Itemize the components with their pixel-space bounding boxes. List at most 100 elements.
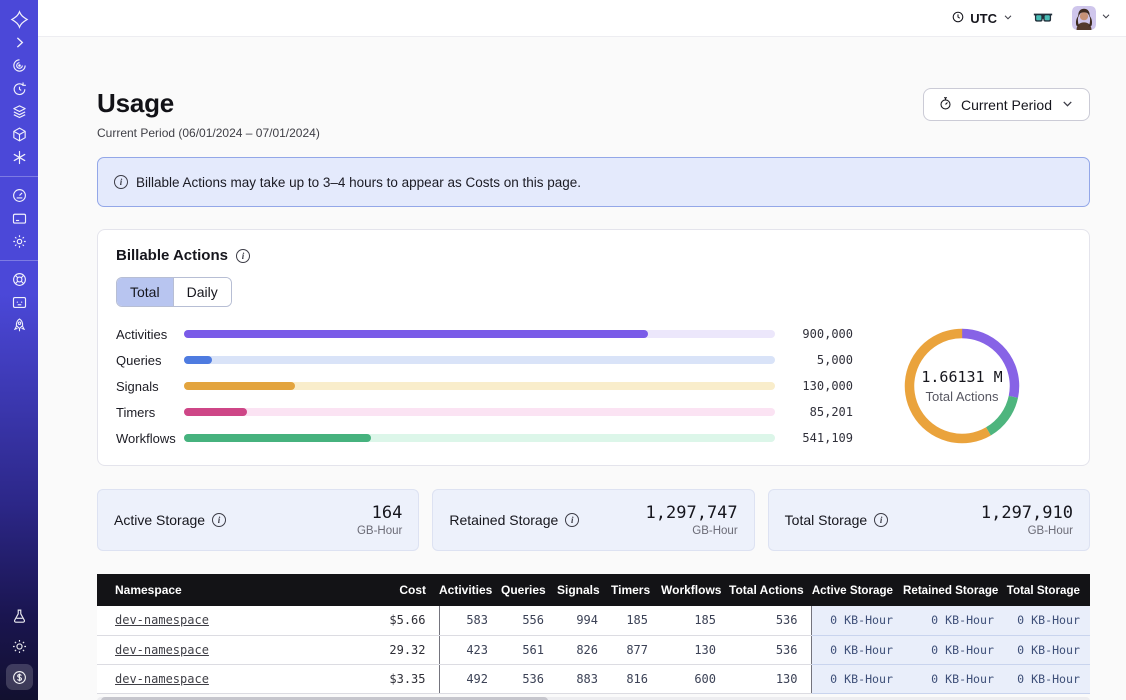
table-row: dev-namespace29.324235618268771305360 KB… xyxy=(97,635,1090,664)
timezone-selector[interactable]: UTC xyxy=(951,10,1014,27)
bar-track xyxy=(184,408,775,416)
storage-summary-row: Active Storagei164GB-HourRetained Storag… xyxy=(97,489,1090,551)
col-header-total_storage: Total Storage xyxy=(1004,574,1090,606)
bar-label: Signals xyxy=(116,379,184,394)
spiral-icon[interactable] xyxy=(0,54,38,77)
cell-total_actions: 536 xyxy=(729,635,811,664)
storage-card-value: 1,297,910 xyxy=(981,503,1073,523)
cell-queries: 556 xyxy=(501,606,557,635)
cell-signals: 883 xyxy=(557,664,611,693)
total-storage-card: Total Storagei1,297,910GB-Hour xyxy=(768,489,1090,551)
tab-total[interactable]: Total xyxy=(117,278,173,306)
storage-card-value: 164 xyxy=(357,503,402,523)
cell-namespace: dev-namespace xyxy=(97,664,347,693)
clock-icon xyxy=(951,10,965,27)
period-dropdown-button[interactable]: Current Period xyxy=(923,88,1090,121)
bar-fill xyxy=(184,330,648,338)
bar-label: Timers xyxy=(116,405,184,420)
cell-signals: 994 xyxy=(557,606,611,635)
billing-card-icon[interactable] xyxy=(0,207,38,230)
usage-table: NamespaceCostActivitiesQueriesSignalsTim… xyxy=(97,574,1090,700)
bar-row-timers: Timers 85,201 xyxy=(116,399,853,425)
sun-icon[interactable] xyxy=(0,634,38,658)
cell-queries: 561 xyxy=(501,635,557,664)
gauge-icon[interactable] xyxy=(0,184,38,207)
col-header-signals: Signals xyxy=(557,574,611,606)
bar-row-signals: Signals130,000 xyxy=(116,373,853,399)
col-header-activities: Activities xyxy=(439,574,501,606)
info-icon[interactable]: i xyxy=(212,513,226,527)
col-header-namespace: Namespace xyxy=(97,574,347,606)
info-icon[interactable]: i xyxy=(874,513,888,527)
retained-storage-card: Retained Storagei1,297,747GB-Hour xyxy=(432,489,754,551)
chevron-down-icon xyxy=(1100,9,1112,27)
tab-daily[interactable]: Daily xyxy=(173,278,231,306)
clock-retry-icon[interactable] xyxy=(0,77,38,100)
timezone-label: UTC xyxy=(970,11,997,26)
namespace-link[interactable]: dev-namespace xyxy=(115,613,209,627)
topbar: UTC xyxy=(38,0,1126,37)
namespace-link[interactable]: dev-namespace xyxy=(115,643,209,657)
sidebar-nav-bottom xyxy=(0,604,38,700)
bar-track xyxy=(184,434,775,442)
storage-card-unit: GB-Hour xyxy=(357,525,402,537)
horizontal-scrollbar xyxy=(97,697,1090,700)
col-header-active_storage: Active Storage xyxy=(811,574,903,606)
bar-row-activities: Activities900,000 xyxy=(116,321,853,347)
cell-active_storage: 0 KB-Hour xyxy=(811,664,903,693)
app-root: UTC Usage Current Period (06/01/2024 – 0… xyxy=(0,0,1126,700)
donut-total-label: Total Actions xyxy=(921,389,1002,404)
table-row: dev-namespace$5.665835569941851855360 KB… xyxy=(97,606,1090,635)
col-header-retained_storage: Retained Storage xyxy=(903,574,1004,606)
cell-active_storage: 0 KB-Hour xyxy=(811,606,903,635)
dev-glasses-button[interactable] xyxy=(1032,7,1054,29)
cell-activities: 583 xyxy=(439,606,501,635)
namespace-link[interactable]: dev-namespace xyxy=(115,672,209,686)
dollar-coin-icon[interactable] xyxy=(6,664,33,690)
cell-timers: 185 xyxy=(611,606,661,635)
temporal-logo-icon[interactable] xyxy=(0,8,38,31)
sidebar-nav-help xyxy=(0,268,38,337)
cube-icon[interactable] xyxy=(0,123,38,146)
page-subtitle: Current Period (06/01/2024 – 07/01/2024) xyxy=(97,126,320,140)
billable-bar-chart: Activities900,000Queries5,000Signals130,… xyxy=(116,321,853,451)
col-header-queries: Queries xyxy=(501,574,557,606)
cell-cost: $3.35 xyxy=(347,664,439,693)
storage-card-label: Retained Storage xyxy=(449,512,558,528)
bar-value: 5,000 xyxy=(789,353,853,367)
asterisk-icon[interactable] xyxy=(0,146,38,169)
bar-value: 85,201 xyxy=(789,405,853,419)
gear-icon[interactable] xyxy=(0,230,38,253)
billable-tabs: TotalDaily xyxy=(116,277,232,307)
chevron-down-icon xyxy=(1002,11,1014,26)
bar-label: Activities xyxy=(116,327,184,342)
account-menu[interactable] xyxy=(1072,6,1112,30)
layers-icon[interactable] xyxy=(0,100,38,123)
billable-actions-card: Billable Actions i TotalDaily Activities… xyxy=(97,229,1090,466)
bar-track xyxy=(184,356,775,364)
bar-fill xyxy=(184,408,247,416)
avatar xyxy=(1072,6,1096,30)
chevron-down-icon xyxy=(1060,96,1075,114)
col-header-cost: Cost xyxy=(347,574,439,606)
terminal-icon[interactable] xyxy=(0,291,38,314)
flask-icon[interactable] xyxy=(0,604,38,628)
cell-timers: 877 xyxy=(611,635,661,664)
scrollbar-thumb[interactable] xyxy=(101,697,548,700)
chevron-right-icon[interactable] xyxy=(0,31,38,54)
lifebuoy-icon[interactable] xyxy=(0,268,38,291)
info-banner: i Billable Actions may take up to 3–4 ho… xyxy=(97,157,1090,207)
cell-active_storage: 0 KB-Hour xyxy=(811,635,903,664)
cell-namespace: dev-namespace xyxy=(97,606,347,635)
bar-track xyxy=(184,382,775,390)
total-actions-donut: 1.66131 M Total Actions xyxy=(853,324,1071,448)
info-icon[interactable]: i xyxy=(236,249,250,263)
rocket-icon[interactable] xyxy=(0,314,38,337)
sidebar-divider xyxy=(0,176,38,177)
storage-card-unit: GB-Hour xyxy=(646,525,738,537)
col-header-timers: Timers xyxy=(611,574,661,606)
cell-timers: 816 xyxy=(611,664,661,693)
info-icon[interactable]: i xyxy=(565,513,579,527)
active-storage-card: Active Storagei164GB-Hour xyxy=(97,489,419,551)
cell-signals: 826 xyxy=(557,635,611,664)
